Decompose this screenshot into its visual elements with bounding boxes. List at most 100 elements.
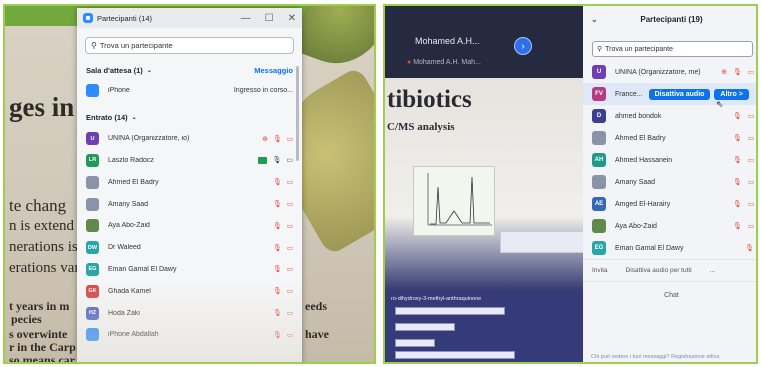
camera-off-icon: ▭ xyxy=(747,223,754,230)
participant-status-icons: ⊕ 🎙 ▭ xyxy=(262,135,293,143)
participant-name: Laszlo Radocz xyxy=(108,156,154,164)
invite-button[interactable]: Invita xyxy=(592,267,608,274)
video-participant-name: Mohamed A.H... xyxy=(415,36,480,46)
muted-mic-icon: 🎙 xyxy=(272,179,282,187)
participant-row[interactable]: Dahmed bondok 🎙 ▭ xyxy=(583,105,756,127)
muted-mic-icon: 🎙 xyxy=(272,201,282,209)
participant-name: Amged El-Harairy xyxy=(615,200,671,208)
muted-mic-icon: 🎙 xyxy=(732,69,742,76)
video-participant-subname: ● Mohamed A.H. Mah... xyxy=(407,59,481,66)
participant-row[interactable]: U UNINA (Organizzatore, io) ⊕ 🎙 ▭ xyxy=(77,128,302,150)
participant-row[interactable]: Aya Abo-Zaid 🎙 ▭ xyxy=(77,215,302,237)
participants-window: Partecipanti (14) — ☐ ✕ ⚲ Trova un parte… xyxy=(77,8,302,362)
participant-row[interactable]: DW Dr Waleed 🎙 ▭ xyxy=(77,237,302,259)
participant-row[interactable]: AH Ahmed Hassanein 🎙 ▭ xyxy=(583,149,756,171)
waiting-list-item[interactable]: iPhone Ingresso in corso... xyxy=(77,80,302,102)
participant-status-icons: 🎙▭ xyxy=(273,178,293,186)
participant-name: Aya Abo-Zaid xyxy=(108,222,150,230)
avatar: U xyxy=(86,132,99,146)
bar xyxy=(395,307,505,315)
participant-row[interactable]: FV France... Disattiva audio Altro > ⇖ xyxy=(583,83,756,109)
avatar xyxy=(86,84,99,98)
camera-off-icon: ▭ xyxy=(286,266,293,274)
avatar: U xyxy=(592,65,606,79)
search-placeholder: Trova un partecipante xyxy=(605,45,673,53)
participant-row[interactable]: EG Eman Gamal El Dawy 🎙 ▭ xyxy=(77,259,302,281)
participant-row[interactable]: Ahmed El Badry 🎙 ▭ xyxy=(583,127,756,149)
participant-name: Aya Abo-Zaid xyxy=(615,222,657,230)
participant-row[interactable]: Amany Saad 🎙 ▭ xyxy=(77,193,302,215)
avatar: EG xyxy=(592,241,606,255)
slide-line: te chang xyxy=(9,196,67,215)
bar xyxy=(395,323,455,331)
participant-name: Eman Gamal El Dawy xyxy=(108,265,177,273)
panel-footer: Invita Disattiva audio per tutti ... xyxy=(583,259,756,281)
participant-row[interactable]: Ahmed El Badry 🎙 ▭ xyxy=(77,171,302,193)
more-button[interactable]: ... xyxy=(710,267,715,274)
participant-row[interactable]: EG Eman Gamal El Dawy 🎙 xyxy=(583,237,756,259)
search-participant-input[interactable]: ⚲ Trova un partecipante xyxy=(592,41,753,57)
waiting-room-label: Sala d'attesa (1) xyxy=(86,65,143,75)
participant-row[interactable]: AE Amged El-Harairy 🎙 ▭ xyxy=(583,193,756,215)
avatar xyxy=(592,131,606,145)
muted-mic-icon: 🎙 xyxy=(732,135,742,142)
more-options-button[interactable]: Altro > xyxy=(714,88,749,100)
participant-list: U UNINA (Organizzatore, me) ⊕ 🎙 ▭ FV France...… xyxy=(583,61,756,259)
slide-line-right: have xyxy=(305,327,329,341)
participant-name: UNINA (Organizzatore, me) xyxy=(615,68,701,76)
maximize-button[interactable]: ☐ xyxy=(265,13,274,24)
muted-mic-icon: 🎙 xyxy=(272,266,282,274)
muted-mic-icon: 🎙 xyxy=(732,157,742,164)
panel-header: ⌄ Partecipanti (19) xyxy=(583,6,756,32)
participant-row[interactable]: LR Laszlo Radocz 🎙 ▭ xyxy=(77,150,302,172)
participant-row[interactable]: Amany Saad 🎙 ▭ xyxy=(583,171,756,193)
camera-off-icon: ▭ xyxy=(747,201,754,208)
search-icon: ⚲ xyxy=(91,41,97,50)
participant-status-icons: 🎙▭ xyxy=(273,200,293,208)
participant-name: Ahmed El Badry xyxy=(615,134,666,142)
avatar: LR xyxy=(86,153,99,167)
participant-row[interactable]: U UNINA (Organizzatore, me) ⊕ 🎙 ▭ xyxy=(583,61,756,83)
avatar: D xyxy=(592,109,606,123)
camera-off-icon: ▭ xyxy=(747,69,754,76)
right-photo: Mohamed A.H... ● Mohamed A.H. Mah... › t… xyxy=(383,4,758,364)
spectrum-plot xyxy=(427,173,492,226)
chevron-down-icon: ⌄ xyxy=(146,67,152,74)
muted-mic-icon: ● xyxy=(407,59,412,66)
slide-line: pecies xyxy=(11,312,42,326)
camera-off-icon: ▭ xyxy=(286,222,293,230)
participant-name: Amany Saad xyxy=(615,178,656,186)
camera-off-icon: ▭ xyxy=(747,135,754,142)
message-link[interactable]: Messaggio xyxy=(254,66,293,75)
participant-status-icons: 🎙▭ xyxy=(273,222,293,230)
search-participant-input[interactable]: ⚲ Trova un partecipante xyxy=(85,37,294,54)
participant-status-icons: 🎙▭ xyxy=(733,112,754,120)
slide-line: nerations is xyxy=(9,239,78,255)
mute-participant-button[interactable]: Disattiva audio xyxy=(648,88,711,100)
participant-status-icons: 🎙▭ xyxy=(258,156,293,164)
waiting-status: Ingresso in corso... xyxy=(233,87,293,95)
avatar: AE xyxy=(592,197,606,211)
chevron-down-icon: ⌄ xyxy=(131,115,137,122)
participant-row[interactable]: Aya Abo-Zaid 🎙 ▭ xyxy=(583,215,756,237)
panel-title: Partecipanti (19) xyxy=(640,14,703,24)
chat-section-header[interactable]: Chat xyxy=(583,281,756,309)
entered-label: Entrato (14) xyxy=(86,113,128,123)
participant-status-icons: ⊕ 🎙 ▭ xyxy=(721,68,754,76)
close-button[interactable]: ✕ xyxy=(288,13,296,24)
participants-panel: ⌄ Partecipanti (19) ⚲ Trova un partecipa… xyxy=(583,6,756,362)
minimize-button[interactable]: — xyxy=(241,13,251,24)
participant-name: France... xyxy=(615,90,643,98)
avatar xyxy=(592,175,606,189)
next-page-button[interactable]: › xyxy=(514,37,532,55)
participant-status-icons: 🎙 xyxy=(745,244,754,252)
entered-header[interactable]: Entrato (14) ⌄ xyxy=(77,108,302,128)
slide-line: so means car xyxy=(9,353,75,364)
scrollbar[interactable] xyxy=(296,66,299,161)
waiting-room-header[interactable]: Sala d'attesa (1) ⌄ Messaggio xyxy=(77,60,302,80)
mute-all-button[interactable]: Disattiva audio per tutti xyxy=(626,267,692,274)
participant-status-icons: 🎙▭ xyxy=(733,134,754,142)
avatar: AH xyxy=(592,153,606,167)
bar xyxy=(395,339,435,347)
slide-line-right: eeds xyxy=(305,299,327,313)
